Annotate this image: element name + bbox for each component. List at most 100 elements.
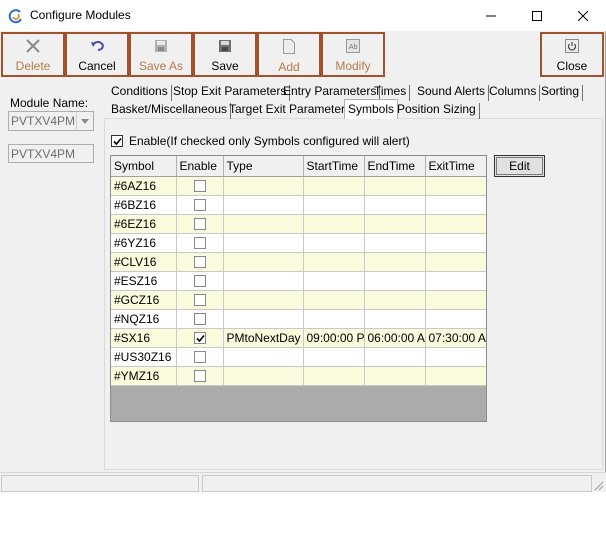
tab-symbols[interactable]: Symbols [344,99,399,119]
row-exit-cell[interactable] [425,271,486,291]
row-type-cell[interactable] [223,176,304,196]
row-symbol-cell[interactable]: #CLV16 [111,252,177,272]
row-start-cell[interactable] [303,347,365,367]
table-row[interactable]: #GCZ16 [111,290,486,310]
row-start-cell[interactable] [303,176,365,196]
table-row[interactable]: #YMZ16 [111,366,486,386]
table-row[interactable]: #NQZ16 [111,309,486,329]
tab-conditions[interactable]: Conditions [108,83,172,101]
row-type-cell[interactable]: PMtoNextDay [223,328,304,348]
row-end-cell[interactable] [364,366,426,386]
row-type-cell[interactable] [223,271,304,291]
close-window-button[interactable] [560,0,606,31]
row-end-cell[interactable] [364,214,426,234]
row-exit-cell[interactable] [425,347,486,367]
row-start-cell[interactable] [303,290,365,310]
row-start-cell[interactable] [303,252,365,272]
column-header-exittime[interactable]: ExitTime [425,156,486,177]
row-enable-cell[interactable] [176,233,224,253]
row-start-cell[interactable] [303,366,365,386]
row-end-cell[interactable] [364,252,426,272]
row-enable-cell[interactable] [176,347,224,367]
row-type-cell[interactable] [223,195,304,215]
row-exit-cell[interactable] [425,195,486,215]
row-symbol-cell[interactable]: #US30Z16 [111,347,177,367]
resize-grip-icon[interactable] [592,479,604,491]
tab-position-sizing[interactable]: Position Sizing [394,101,480,119]
row-enable-cell[interactable] [176,309,224,329]
tab-basket-miscellaneous[interactable]: Basket/Miscellaneous [108,101,232,119]
row-exit-cell[interactable] [425,233,486,253]
row-end-cell[interactable]: 06:00:00 AM [364,328,426,348]
row-exit-cell[interactable] [425,290,486,310]
row-symbol-cell[interactable]: #6YZ16 [111,233,177,253]
row-exit-cell[interactable] [425,176,486,196]
row-end-cell[interactable] [364,176,426,196]
row-enable-cell[interactable] [176,328,224,348]
row-enable-checkbox[interactable] [193,180,206,193]
row-enable-cell[interactable] [176,366,224,386]
row-type-cell[interactable] [223,214,304,234]
row-symbol-cell[interactable]: #NQZ16 [111,309,177,329]
row-exit-cell[interactable]: 07:30:00 AM [425,328,486,348]
table-row[interactable]: #ESZ16 [111,271,486,291]
row-enable-cell[interactable] [176,290,224,310]
row-symbol-cell[interactable]: #6BZ16 [111,195,177,215]
row-type-cell[interactable] [223,252,304,272]
row-exit-cell[interactable] [425,214,486,234]
tab-columns[interactable]: Columns [486,83,541,101]
column-header-symbol[interactable]: Symbol [111,156,177,177]
table-row[interactable]: #6EZ16 [111,214,486,234]
row-end-cell[interactable] [364,347,426,367]
row-enable-cell[interactable] [176,214,224,234]
column-header-type[interactable]: Type [223,156,304,177]
row-start-cell[interactable]: 09:00:00 PM [303,328,365,348]
save-as-button[interactable]: Save As [129,32,193,77]
table-row[interactable]: #SX16 PMtoNextDay09:00:00 PM06:00:00 AM07… [111,328,486,348]
row-exit-cell[interactable] [425,309,486,329]
row-enable-checkbox[interactable] [193,275,206,288]
column-header-starttime[interactable]: StartTime [303,156,365,177]
enable-symbols-checkbox[interactable] [111,135,123,147]
row-end-cell[interactable] [364,309,426,329]
row-start-cell[interactable] [303,233,365,253]
table-row[interactable]: #6BZ16 [111,195,486,215]
row-enable-checkbox[interactable] [193,256,206,269]
row-type-cell[interactable] [223,366,304,386]
row-exit-cell[interactable] [425,366,486,386]
row-enable-cell[interactable] [176,252,224,272]
minimize-button[interactable] [468,0,514,31]
row-symbol-cell[interactable]: #YMZ16 [111,366,177,386]
row-enable-checkbox[interactable] [193,332,206,345]
row-end-cell[interactable] [364,271,426,291]
row-exit-cell[interactable] [425,252,486,272]
row-end-cell[interactable] [364,233,426,253]
modify-button[interactable]: Ab Modify [321,32,385,77]
tab-stop-exit-parameters[interactable]: Stop Exit Parameters [170,83,291,101]
table-row[interactable]: #6YZ16 [111,233,486,253]
row-start-cell[interactable] [303,271,365,291]
table-row[interactable]: #6AZ16 [111,176,486,196]
row-symbol-cell[interactable]: #6AZ16 [111,176,177,196]
row-symbol-cell[interactable]: #GCZ16 [111,290,177,310]
tab-sound-alerts[interactable]: Sound Alerts [414,83,490,101]
row-enable-cell[interactable] [176,195,224,215]
row-start-cell[interactable] [303,309,365,329]
column-header-endtime[interactable]: EndTime [364,156,426,177]
module-name-field[interactable]: PVTXV4PM [8,144,94,163]
maximize-button[interactable] [514,0,560,31]
tab-target-exit-parameters[interactable]: Target Exit Parameters [226,101,356,119]
row-enable-checkbox[interactable] [193,218,206,231]
chevron-down-icon[interactable] [76,112,93,130]
row-symbol-cell[interactable]: #SX16 [111,328,177,348]
row-end-cell[interactable] [364,290,426,310]
row-symbol-cell[interactable]: #6EZ16 [111,214,177,234]
delete-button[interactable]: Delete [1,32,65,77]
edit-button[interactable]: Edit [494,155,545,177]
row-end-cell[interactable] [364,195,426,215]
close-button[interactable]: Close [540,32,604,77]
add-button[interactable]: Add [257,32,321,77]
row-enable-checkbox[interactable] [193,313,206,326]
tab-sorting[interactable]: Sorting [538,83,584,101]
cancel-button[interactable]: Cancel [65,32,129,77]
